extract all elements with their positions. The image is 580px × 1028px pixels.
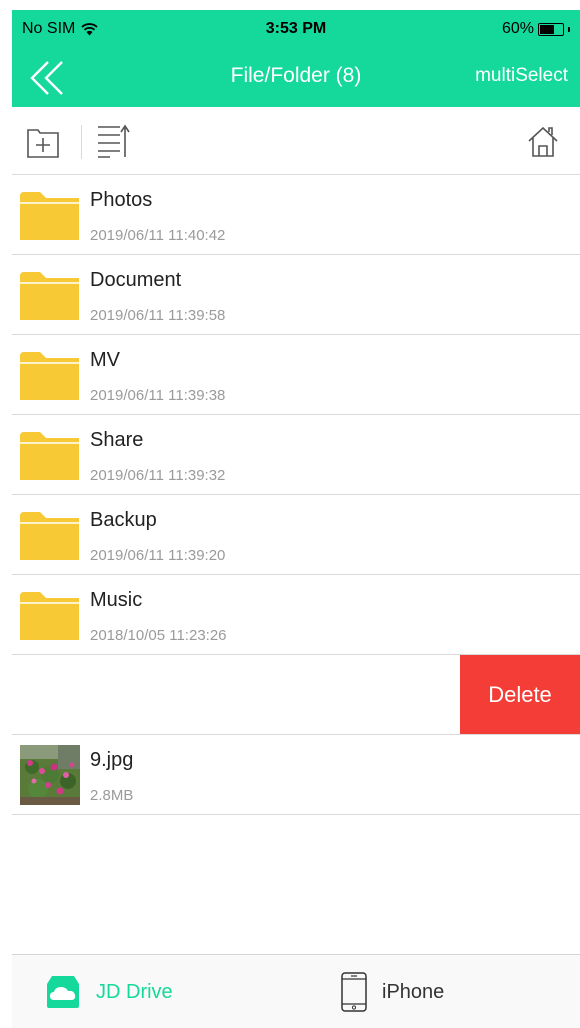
home-icon — [528, 126, 558, 157]
tab-bar: JD Drive iPhone — [12, 954, 580, 1028]
file-list: Photos 2019/06/11 11:40:42 Document 2019… — [12, 175, 580, 815]
item-name: MV — [90, 349, 120, 371]
folder-icon — [20, 272, 79, 320]
list-item[interactable]: Document 2019/06/11 11:39:58 — [12, 255, 580, 335]
status-bar: No SIM 3:53 PM 60% — [12, 10, 580, 50]
list-item[interactable]: Photos 2019/06/11 11:40:42 — [12, 175, 580, 255]
list-item-swiped[interactable]: g 3 Delete — [12, 655, 580, 735]
cloud-drive-icon — [47, 976, 79, 1008]
list-item[interactable]: 9.jpg 2.8MB — [12, 735, 580, 815]
list-item[interactable]: MV 2019/06/11 11:39:38 — [12, 335, 580, 415]
tab-iphone[interactable]: iPhone — [340, 955, 444, 1028]
item-name: Photos — [90, 189, 153, 211]
app-screen: No SIM 3:53 PM 60% File/Folder (8) multi… — [12, 10, 580, 1028]
item-name: g — [12, 669, 13, 692]
folder-icon — [20, 512, 79, 560]
list-item[interactable]: Backup 2019/06/11 11:39:20 — [12, 495, 580, 575]
nav-bar: File/Folder (8) multiSelect — [12, 50, 580, 107]
item-name: Document — [90, 269, 182, 291]
list-item[interactable]: Share 2019/06/11 11:39:32 — [12, 415, 580, 495]
folder-icon — [20, 192, 79, 240]
folder-icon — [20, 432, 79, 480]
item-name: Music — [90, 589, 143, 611]
battery-info: 60% — [502, 20, 570, 38]
item-date: 2018/10/05 11:23:26 — [90, 627, 227, 644]
toolbar-divider — [81, 125, 82, 159]
status-time: 3:53 PM — [265, 20, 327, 37]
delete-button[interactable]: Delete — [460, 655, 580, 734]
list-item[interactable]: Music 2018/10/05 11:23:26 — [12, 575, 580, 655]
sort-icon — [98, 124, 130, 158]
item-date: 2019/06/11 11:39:38 — [90, 387, 226, 404]
item-date: 2019/06/11 11:39:20 — [90, 547, 226, 564]
tab-jd-drive[interactable]: JD Drive — [44, 955, 173, 1028]
tab-label: JD Drive — [96, 980, 173, 1003]
new-folder-icon — [27, 129, 59, 158]
item-date: 2019/06/11 11:39:58 — [90, 307, 226, 324]
sort-button[interactable] — [96, 123, 130, 159]
header: No SIM 3:53 PM 60% File/Folder (8) multi… — [12, 10, 580, 107]
home-button[interactable] — [526, 125, 560, 159]
item-size: 2.8MB — [90, 787, 134, 804]
item-date: 2019/06/11 11:39:32 — [90, 467, 226, 484]
toolbar — [12, 107, 580, 175]
item-name: Backup — [90, 509, 157, 531]
battery-percent: 60% — [501, 20, 534, 37]
item-name: Share — [90, 429, 144, 451]
item-name: 9.jpg — [90, 749, 134, 771]
multi-select-button[interactable]: multiSelect — [475, 65, 568, 87]
tab-label: iPhone — [382, 980, 445, 1003]
folder-icon — [20, 592, 79, 640]
image-thumbnail — [20, 745, 80, 805]
folder-icon — [20, 352, 79, 400]
battery-icon — [538, 22, 564, 36]
item-date: 2019/06/11 11:40:42 — [90, 227, 226, 244]
new-folder-button[interactable] — [26, 125, 60, 159]
phone-icon — [341, 972, 367, 1012]
